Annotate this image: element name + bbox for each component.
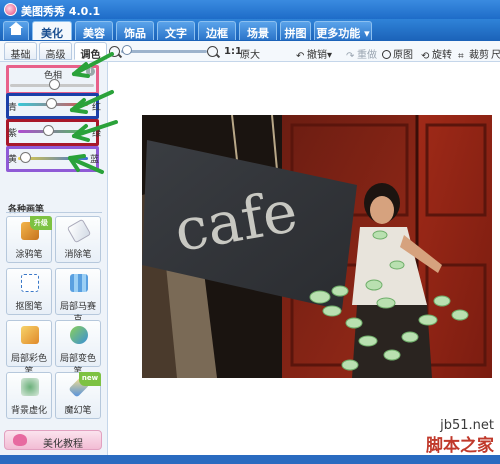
redo-label: 重做 [357,50,377,61]
undo-button[interactable]: ↶ 撤销▾ [296,46,333,62]
zoom-slider[interactable] [121,50,207,53]
background-blur-icon [21,378,39,396]
home-tab[interactable] [3,21,29,40]
undo-icon: ↶ [296,51,305,62]
brush-label: 涂鸦笔 [15,250,43,260]
tab-accessories[interactable]: 饰品 [116,21,154,40]
brush-label: 魔幻笔 [64,406,92,416]
new-badge: new [79,372,101,386]
upgrade-badge: 升级 [30,216,52,230]
subtab-basic[interactable]: 基础 [4,42,37,61]
tab-scene[interactable]: 场景 [239,21,277,40]
rotate-label: 旋转 [432,50,452,61]
brush-local-color[interactable]: 局部彩色笔 [6,320,52,377]
dropdown-arrow-icon: ▾ [364,27,370,40]
mosaic-icon [70,274,88,292]
zoom-in-icon[interactable] [207,46,218,57]
resize-button[interactable]: 尺 [491,46,500,61]
home-icon [11,27,21,35]
rotate-icon: ⟲ [421,51,430,62]
photo-preview[interactable]: cafe [142,115,492,378]
cyan-label: 青 [8,103,18,113]
brush-local-recolor[interactable]: 局部变色笔 [55,320,101,377]
color-brush-icon [21,326,39,344]
zoom-slider-handle[interactable] [122,45,132,55]
brush-cutout[interactable]: 抠图笔 [6,268,52,315]
brush-label: 抠图笔 [15,302,43,312]
original-image-label: 原图 [393,50,413,61]
app-title: 美图秀秀 4.0.1 [21,5,101,18]
redo-icon: ↷ [346,51,355,62]
yellow-label: 黄 [8,155,18,165]
tab-collage[interactable]: 拼图 [280,21,311,40]
dropdown-arrow-icon: ▾ [327,50,333,61]
photo-image: cafe [142,115,492,378]
status-bar [0,455,500,464]
tab-border[interactable]: 边框 [198,21,236,40]
brush-background-blur[interactable]: 背景虚化 [6,372,52,419]
crop-button[interactable]: ⌗ 裁剪 [458,46,489,62]
cyan-red-slider-handle[interactable] [46,98,57,109]
crop-icon: ⌗ [458,51,464,62]
brush-magic[interactable]: new 魔幻笔 [55,372,101,419]
beautify-tutorial-button[interactable]: 美化教程 [4,430,102,450]
undo-label: 撤销 [307,50,327,61]
redo-button[interactable]: ↷ 重做 [346,46,377,62]
section-divider [6,212,102,213]
app-logo-icon [4,3,17,16]
rotate-button[interactable]: ⟲ 旋转 [421,46,452,62]
brush-mosaic[interactable]: 局部马赛克 [55,268,101,325]
more-functions-label: 更多功能 [316,27,361,40]
hue-slider-handle[interactable] [49,79,60,90]
yellow-blue-slider-handle[interactable] [20,152,31,163]
brushes-section-title: 各种画笔 [8,205,45,215]
brush-label: 消除笔 [64,250,92,260]
eraser-icon [66,218,92,244]
watermark: jb51.net 脚本之家 [426,418,494,456]
tab-cosmetic[interactable]: 美容 [75,21,113,40]
tutorial-label: 美化教程 [43,439,83,450]
recolor-brush-icon [70,326,88,344]
magenta-label: 紫 [8,129,18,139]
magenta-green-slider-handle[interactable] [43,125,54,136]
original-image-icon [382,50,391,59]
watermark-site: 脚本之家 [426,436,494,456]
crop-label: 裁剪 [469,50,489,61]
annotation-arrows [68,52,118,174]
brush-eraser[interactable]: 消除笔 [55,216,101,263]
cutout-pen-icon [21,274,39,292]
original-image-button[interactable]: 原图 [382,46,413,61]
brush-doodle[interactable]: 升级 涂鸦笔 [6,216,52,263]
title-bar: 美图秀秀 4.0.1 [0,0,500,19]
tutorial-icon [13,434,27,446]
main-tab-bar: 美化 美容 饰品 文字 边框 场景 拼图 更多功能 ▾ [0,19,500,41]
original-size-button[interactable]: 原大 [240,46,260,61]
brush-label: 背景虚化 [10,406,47,416]
tab-text[interactable]: 文字 [157,21,195,40]
tab-beautify[interactable]: 美化 [32,21,72,40]
tab-more-functions[interactable]: 更多功能 ▾ [314,21,372,40]
